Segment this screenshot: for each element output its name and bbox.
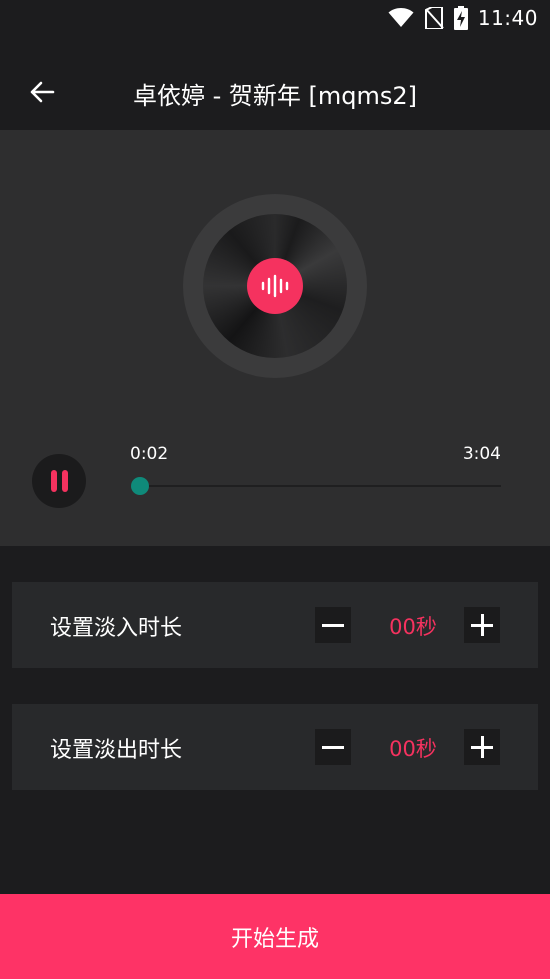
app-bar: 卓依婷 - 贺新年 [mqms2] bbox=[0, 36, 550, 130]
fade-in-plus-button[interactable] bbox=[464, 607, 500, 643]
pause-button[interactable] bbox=[32, 454, 86, 508]
fade-in-value: 00秒 bbox=[389, 615, 437, 639]
fade-in-label: 设置淡入时长 bbox=[50, 616, 183, 641]
page-title: 卓依婷 - 贺新年 [mqms2] bbox=[132, 82, 418, 110]
fade-out-minus-button[interactable] bbox=[315, 729, 351, 765]
album-disc bbox=[183, 194, 367, 378]
start-generate-button[interactable]: 开始生成 bbox=[0, 894, 550, 979]
plus-icon-vertical bbox=[480, 736, 484, 758]
sound-wave-icon bbox=[261, 274, 289, 298]
fade-out-value: 00秒 bbox=[389, 737, 437, 761]
minus-icon bbox=[322, 745, 344, 749]
status-bar: 11:40 bbox=[0, 0, 550, 36]
seek-thumb[interactable] bbox=[130, 477, 149, 495]
minus-icon bbox=[322, 623, 344, 627]
player-panel: 0:02 3:04 bbox=[0, 130, 550, 546]
plus-icon-vertical bbox=[480, 614, 484, 636]
wifi-icon bbox=[388, 8, 414, 27]
battery-charging-icon bbox=[453, 6, 468, 30]
current-time: 0:02 bbox=[130, 444, 169, 464]
pause-icon-bar bbox=[61, 470, 68, 492]
status-clock: 11:40 bbox=[477, 6, 538, 30]
disc-center bbox=[247, 258, 303, 314]
seek-bar[interactable] bbox=[136, 485, 501, 487]
fade-out-plus-button[interactable] bbox=[464, 729, 500, 765]
fade-in-minus-button[interactable] bbox=[315, 607, 351, 643]
fade-out-setting: 设置淡出时长 00秒 bbox=[12, 704, 538, 790]
disc-vinyl bbox=[203, 214, 347, 358]
total-time: 3:04 bbox=[462, 444, 501, 464]
pause-icon bbox=[50, 470, 57, 492]
fade-out-label: 设置淡出时长 bbox=[50, 738, 183, 763]
fade-in-setting: 设置淡入时长 00秒 bbox=[12, 582, 538, 668]
no-sim-icon bbox=[424, 7, 444, 29]
